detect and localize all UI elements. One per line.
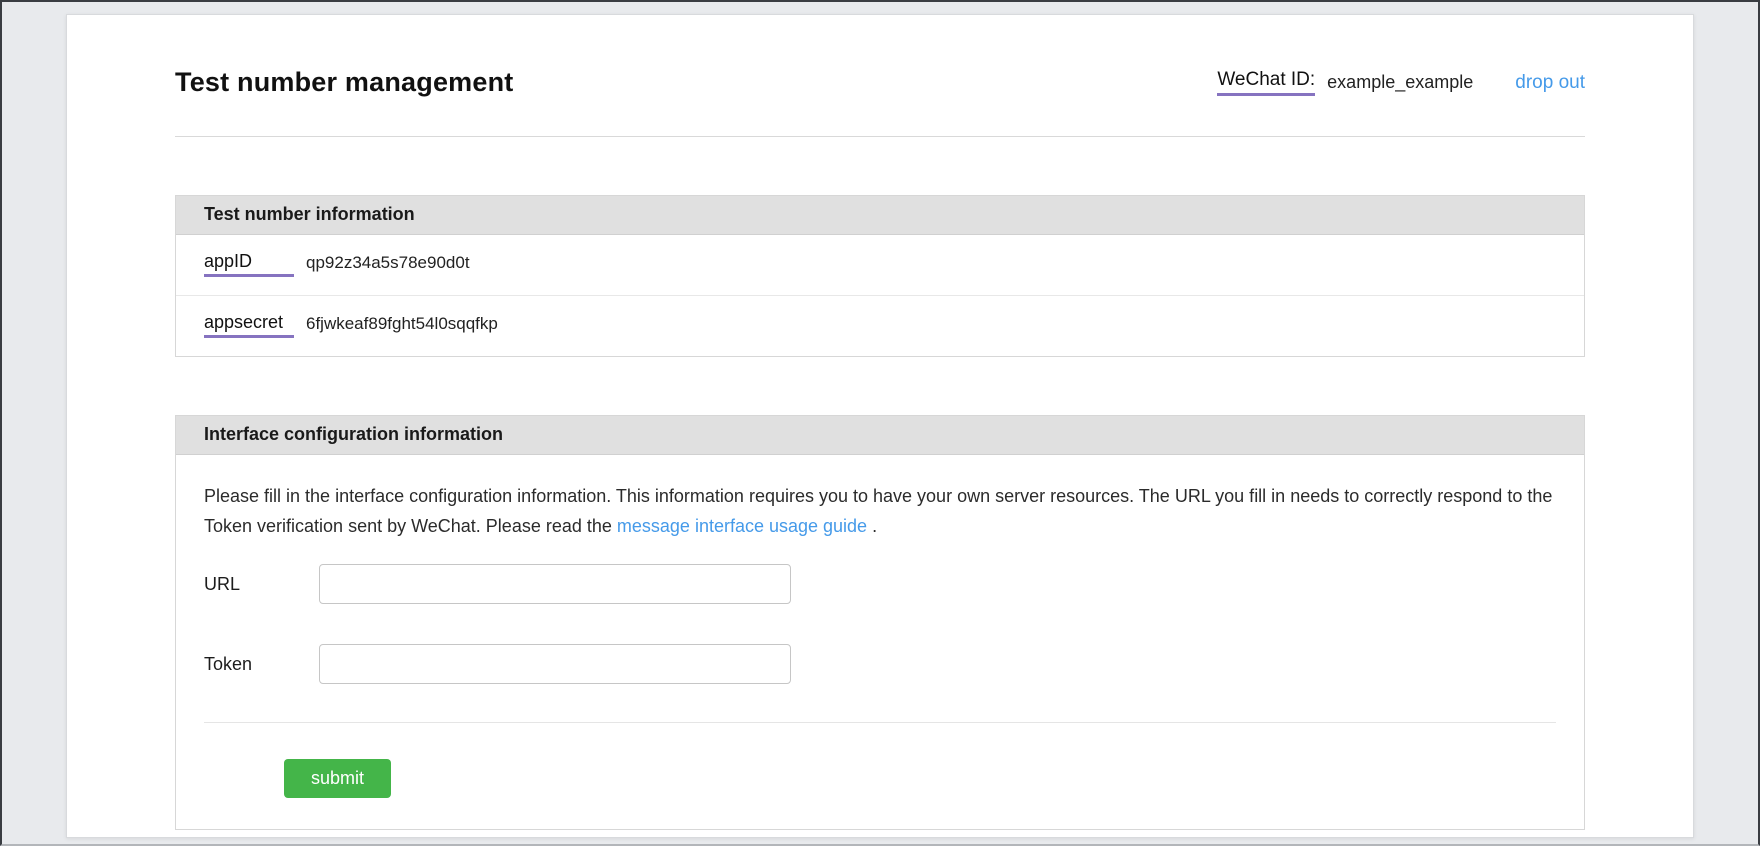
url-label: URL [204, 574, 319, 595]
appsecret-label: appsecret [204, 312, 294, 338]
appsecret-row: appsecret 6fjwkeaf89fght54l0sqqfkp [176, 295, 1584, 356]
test-number-info-panel: Test number information appID qp92z34a5s… [175, 195, 1585, 357]
url-input[interactable] [319, 564, 791, 604]
url-form-row: URL [204, 564, 1556, 604]
token-form-row: Token [204, 644, 1556, 684]
viewport: Test number management WeChat ID: exampl… [0, 0, 1760, 846]
wechat-id-label: WeChat ID: [1217, 69, 1315, 96]
main-card: Test number management WeChat ID: exampl… [66, 14, 1694, 838]
page-title: Test number management [175, 67, 513, 98]
token-label: Token [204, 654, 319, 675]
interface-config-header: Interface configuration information [176, 416, 1584, 455]
drop-out-link[interactable]: drop out [1515, 72, 1585, 94]
interface-config-body: Please fill in the interface configurati… [176, 455, 1584, 798]
message-interface-usage-guide-link[interactable]: message interface usage guide [617, 516, 867, 536]
page-header: Test number management WeChat ID: exampl… [175, 67, 1585, 98]
test-number-info-header: Test number information [176, 196, 1584, 235]
title-divider [175, 136, 1585, 137]
submit-divider [204, 722, 1556, 723]
submit-button[interactable]: submit [284, 759, 391, 798]
appid-label: appID [204, 251, 294, 277]
token-input[interactable] [319, 644, 791, 684]
config-description-part1: Please fill in the interface configurati… [204, 486, 1552, 536]
appid-value: qp92z34a5s78e90d0t [306, 251, 470, 273]
config-description: Please fill in the interface configurati… [204, 481, 1556, 541]
wechat-id-value: example_example [1327, 72, 1473, 93]
account-box: WeChat ID: example_example drop out [1217, 69, 1585, 96]
appsecret-value: 6fjwkeaf89fght54l0sqqfkp [306, 312, 498, 334]
appid-row: appID qp92z34a5s78e90d0t [176, 235, 1584, 295]
interface-config-panel: Interface configuration information Plea… [175, 415, 1585, 830]
config-description-part2: . [867, 516, 877, 536]
